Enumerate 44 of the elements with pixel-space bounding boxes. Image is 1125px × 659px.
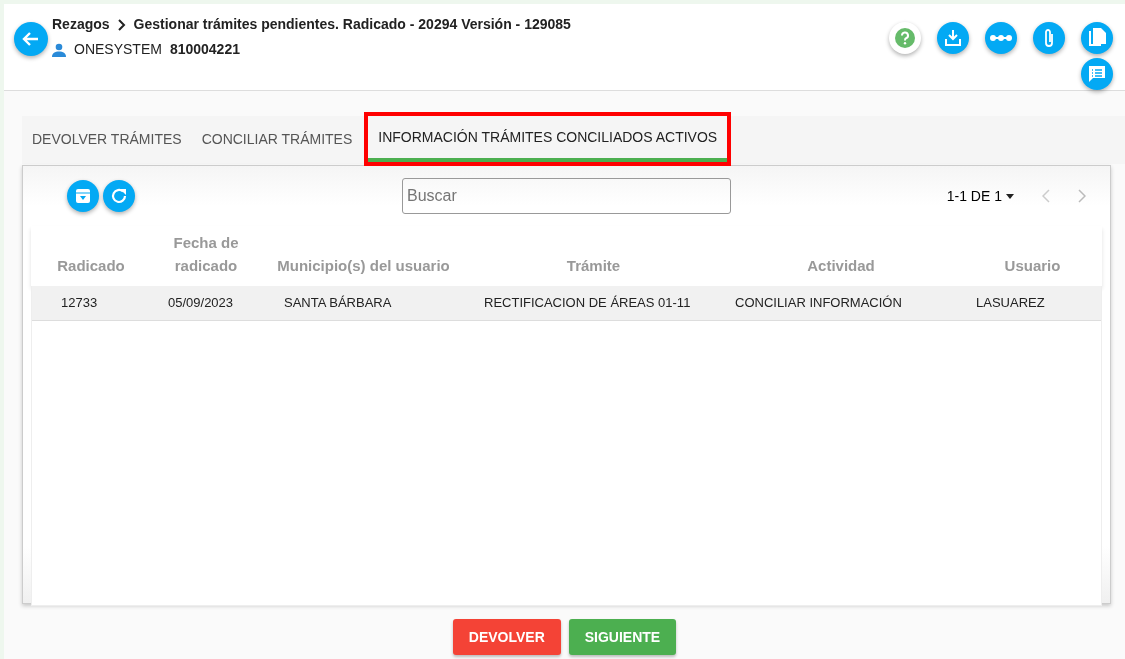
column-header: Trámite — [565, 256, 622, 276]
help-icon — [894, 27, 916, 49]
user-name: ONESYSTEM — [74, 40, 162, 59]
refresh-icon — [110, 187, 128, 205]
table-cell-text: 12733 — [60, 294, 99, 313]
help-button[interactable] — [889, 22, 921, 54]
caret-down-icon — [1006, 193, 1014, 199]
next-page-icon[interactable] — [1078, 189, 1086, 203]
column-header: Fecha de radicado — [172, 233, 240, 276]
comment-list-icon — [1087, 64, 1107, 84]
table-cell-text: CONCILIAR INFORMACIÓN — [734, 294, 903, 313]
dots-line-icon — [990, 34, 1012, 42]
refresh-button[interactable] — [103, 180, 135, 212]
tab[interactable]: DEVOLVER TRÁMITES — [22, 116, 192, 162]
flow-button[interactable] — [985, 22, 1017, 54]
column-header: Usuario — [1003, 256, 1062, 276]
table-cell-text: LASUAREZ — [975, 294, 1046, 313]
page-title: Gestionar trámites pendientes. Radicado - 20294 Versión - 129085 — [133, 15, 571, 34]
copy-button[interactable] — [1081, 22, 1113, 54]
user-id: 810004221 — [169, 40, 240, 59]
breadcrumb-link[interactable]: Rezagos — [52, 14, 110, 35]
back-button[interactable] — [14, 22, 48, 56]
table-cell-text: RECTIFICACION DE ÁREAS 01-11 — [483, 294, 692, 313]
chevron-right-icon — [117, 18, 126, 31]
attach-button[interactable] — [1033, 22, 1065, 54]
tab[interactable]: CONCILIAR TRÁMITES — [191, 116, 363, 162]
documents-icon — [1088, 28, 1106, 48]
table-row[interactable]: 12733 05/09/2023 SANTA BÁRBARA RECTIFICACION DE ÁREAS 01-11 CONCILIAR INFORMACIÓN LASUAREZ — [32, 286, 1101, 321]
download-icon — [944, 29, 962, 47]
column-header: Radicado — [56, 256, 126, 276]
column-header: Municipio(s) del usuario — [276, 256, 451, 276]
comments-button[interactable] — [1081, 58, 1113, 90]
table-cell-text: SANTA BÁRBARA — [283, 294, 393, 313]
paperclip-icon — [1043, 28, 1055, 48]
archive-icon — [75, 188, 91, 204]
column-header: Actividad — [806, 256, 876, 276]
return-button[interactable]: DEVOLVER — [452, 619, 561, 655]
previous-page-icon[interactable] — [1042, 189, 1050, 203]
page-range-dropdown[interactable]: 1-1 DE 1 — [940, 184, 1020, 208]
search-field[interactable]: Buscar — [402, 178, 731, 214]
download-button[interactable] — [937, 22, 969, 54]
user-icon — [52, 42, 66, 57]
archive-button[interactable] — [67, 180, 99, 212]
table-cell-text: 05/09/2023 — [167, 294, 235, 313]
